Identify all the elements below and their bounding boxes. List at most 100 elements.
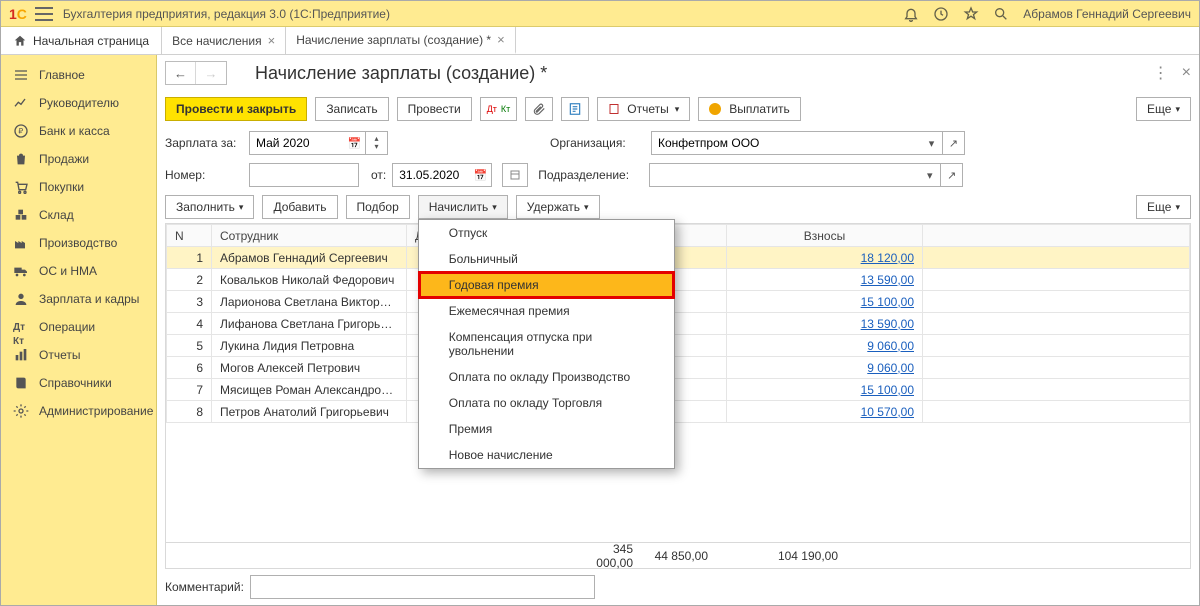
dd-item-annual-bonus[interactable]: Годовая премия — [419, 272, 674, 298]
open-icon[interactable]: ↗ — [943, 131, 965, 155]
table-row[interactable]: 8Петров Анатолий Григорьевич10 570,00 — [167, 401, 1190, 423]
command-bar: Провести и закрыть Записать Провести ДтК… — [157, 91, 1199, 127]
boxes-icon — [13, 207, 29, 223]
pay-button[interactable]: Выплатить — [698, 97, 801, 121]
sidebar-item-operations[interactable]: ДтКтОперации — [1, 313, 156, 341]
dd-item-new-accrual[interactable]: Новое начисление — [419, 442, 674, 468]
table-row[interactable]: 7Мясищев Роман Александро…1715 100,00 — [167, 379, 1190, 401]
calendar-icon[interactable]: 📅 — [344, 131, 366, 155]
sidebar-item-bank[interactable]: ₽Банк и касса — [1, 117, 156, 145]
star-icon[interactable] — [963, 6, 979, 22]
dd-item-vacation[interactable]: Отпуск — [419, 220, 674, 246]
dept-input[interactable] — [649, 163, 919, 187]
table-row[interactable]: 2Ковальков Николай Федорович1713 590,00 — [167, 269, 1190, 291]
table-more-button[interactable]: Еще ▾ — [1136, 195, 1191, 219]
calendar-icon[interactable]: 📅 — [470, 163, 492, 187]
deduct-button[interactable]: Удержать ▾ — [516, 195, 600, 219]
page-title: Начисление зарплаты (создание) * — [255, 63, 547, 84]
accrue-button[interactable]: Начислить ▾ — [418, 195, 508, 219]
col-n[interactable]: N — [167, 225, 212, 247]
gear-icon — [13, 403, 29, 419]
salary-for-input[interactable] — [249, 131, 344, 155]
date-input[interactable] — [392, 163, 470, 187]
more-button[interactable]: Еще ▾ — [1136, 97, 1191, 121]
accrue-dropdown: Отпуск Больничный Годовая премия Ежемеся… — [418, 219, 675, 469]
table-row[interactable]: 1Абрамов Геннадий Сергеевич1718 120,00 — [167, 247, 1190, 269]
payslip-button[interactable] — [561, 97, 589, 121]
sidebar-item-main[interactable]: Главное — [1, 61, 156, 89]
sidebar-item-warehouse[interactable]: Склад — [1, 201, 156, 229]
date-label: от: — [371, 168, 386, 182]
totals-row: 345 000,00 44 850,00 104 190,00 — [165, 543, 1191, 569]
dd-item-bonus[interactable]: Премия — [419, 416, 674, 442]
table-row[interactable]: 4Лифанова Светлана Григорь…1713 590,00 — [167, 313, 1190, 335]
sidebar-label: Руководителю — [39, 96, 119, 110]
close-icon[interactable]: × — [268, 33, 276, 48]
search-icon[interactable] — [993, 6, 1009, 22]
dropdown-icon[interactable]: ▾ — [919, 163, 941, 187]
col-contrib[interactable]: Взносы — [727, 225, 923, 247]
sidebar-item-sales[interactable]: Продажи — [1, 145, 156, 173]
history-icon[interactable] — [933, 6, 949, 22]
tab-home[interactable]: Начальная страница — [1, 27, 162, 54]
close-icon[interactable]: × — [497, 32, 505, 47]
dropdown-icon[interactable]: ▾ — [921, 131, 943, 155]
employees-table[interactable]: N Сотрудник Дн Взносы 1Абрамов Геннадий … — [165, 223, 1191, 543]
kebab-icon[interactable]: ⋮ — [1153, 63, 1170, 83]
sidebar-label: Склад — [39, 208, 74, 222]
number-input[interactable] — [249, 163, 359, 187]
write-button[interactable]: Записать — [315, 97, 388, 121]
nav-forward-button[interactable]: → — [196, 62, 226, 84]
comment-input[interactable] — [250, 575, 595, 599]
sidebar-item-manager[interactable]: Руководителю — [1, 89, 156, 117]
dd-item-vacation-comp[interactable]: Компенсация отпуска при увольнении — [419, 324, 674, 364]
register-info-button[interactable] — [502, 163, 528, 187]
number-label: Номер: — [165, 168, 243, 182]
sidebar-item-admin[interactable]: Администрирование — [1, 397, 156, 425]
sidebar-item-catalogs[interactable]: Справочники — [1, 369, 156, 397]
col-employee[interactable]: Сотрудник — [212, 225, 407, 247]
org-input[interactable] — [651, 131, 921, 155]
tab-salary-create[interactable]: Начисление зарплаты (создание) * × — [286, 27, 515, 54]
table-row[interactable]: 3Ларионова Светлана Виктор…1715 100,00 — [167, 291, 1190, 313]
sidebar-item-reports[interactable]: Отчеты — [1, 341, 156, 369]
salary-for-label: Зарплата за: — [165, 136, 243, 150]
dd-item-salary-prod[interactable]: Оплата по окладу Производство — [419, 364, 674, 390]
dtkt-button[interactable]: ДтКт — [480, 97, 518, 121]
nav-back-button[interactable]: ← — [166, 62, 196, 84]
dd-item-sick[interactable]: Больничный — [419, 246, 674, 272]
post-and-close-button[interactable]: Провести и закрыть — [165, 97, 307, 121]
attach-button[interactable] — [525, 97, 553, 121]
fill-label: Заполнить — [176, 200, 235, 214]
post-button[interactable]: Провести — [397, 97, 472, 121]
sidebar-label: Продажи — [39, 152, 89, 166]
reports-label: Отчеты — [627, 102, 668, 116]
table-toolbar: Заполнить ▾ Добавить Подбор Начислить ▾ … — [157, 191, 1199, 223]
window-close-icon[interactable]: × — [1182, 64, 1191, 82]
bag-icon — [13, 151, 29, 167]
spinner-icon[interactable]: ▴▾ — [366, 131, 388, 155]
total-c: 104 190,00 — [716, 549, 846, 563]
burger-menu-icon[interactable] — [35, 7, 53, 21]
main-area: ← → Начисление зарплаты (создание) * ⋮ ×… — [157, 55, 1199, 605]
tab-all-accruals[interactable]: Все начисления × — [162, 27, 286, 54]
sidebar-item-purchases[interactable]: Покупки — [1, 173, 156, 201]
add-button[interactable]: Добавить — [262, 195, 337, 219]
truck-icon — [13, 263, 29, 279]
bell-icon[interactable] — [903, 6, 919, 22]
sidebar-item-assets[interactable]: ОС и НМА — [1, 257, 156, 285]
reports-button[interactable]: Отчеты ▾ — [597, 97, 690, 121]
fill-button[interactable]: Заполнить ▾ — [165, 195, 254, 219]
table-row[interactable]: 5Лукина Лидия Петровна179 060,00 — [167, 335, 1190, 357]
dd-item-monthly-bonus[interactable]: Ежемесячная премия — [419, 298, 674, 324]
sidebar-item-hr[interactable]: Зарплата и кадры — [1, 285, 156, 313]
person-icon — [13, 291, 29, 307]
book-icon — [13, 375, 29, 391]
nav-back-forward: ← → — [165, 61, 227, 85]
open-icon[interactable]: ↗ — [941, 163, 963, 187]
user-name[interactable]: Абрамов Геннадий Сергеевич — [1023, 7, 1191, 21]
table-row[interactable]: 6Могов Алексей Петрович179 060,00 — [167, 357, 1190, 379]
dd-item-salary-trade[interactable]: Оплата по окладу Торговля — [419, 390, 674, 416]
select-button[interactable]: Подбор — [346, 195, 410, 219]
sidebar-item-production[interactable]: Производство — [1, 229, 156, 257]
